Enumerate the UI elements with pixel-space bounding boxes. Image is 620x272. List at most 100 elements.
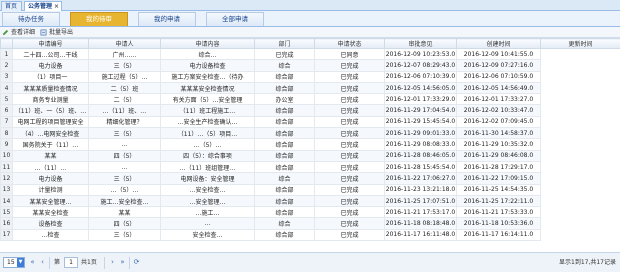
table-cell: 某某: [88, 206, 161, 219]
table-cell: 四（5）：综合事项: [160, 149, 255, 162]
table-row[interactable]: 1 二十四…公司…干线 广州…… 综合… 已完成 已同意 2016-12-09 10:23:…: [0, 47, 620, 61]
table-cell: 2016-11-18 10:53:36.0: [456, 217, 541, 230]
table-cell: 综合部: [254, 228, 315, 242]
table-row[interactable]: 10 某某 四（5） 四（5）：综合事项 综合部 已完成 2016-11-28 08:46:…: [0, 149, 620, 162]
table-cell: 施工方案安全检查…（待办: [160, 70, 255, 83]
table-row[interactable]: 6 （11）班、一（5）班、… …（11）班、… （11）班工程施工… 综合部 已完成 20…: [0, 104, 620, 117]
table-cell: 综合部: [254, 104, 315, 117]
table-cell: 2016-11-21 17:53:33.0: [456, 206, 541, 219]
tab-my-applications[interactable]: 我的申请: [138, 12, 196, 26]
row-number: 12: [0, 172, 13, 185]
table-row[interactable]: 16 设备检查 四（5）… 综合 已完成 2016-11-18 08:18:48.0 201…: [0, 217, 620, 230]
page-size-value: 15: [7, 259, 15, 266]
table-cell: 已完成: [314, 149, 385, 162]
row-number: 3: [0, 70, 13, 83]
table-row[interactable]: 14 某某安全管理… 施工…安全检查… …安全管理… 综合部 已完成 2016-11-25 …: [0, 194, 620, 208]
column-header[interactable]: 申请编号: [12, 38, 89, 49]
table-cell: 电力设备: [12, 172, 89, 185]
table-row[interactable]: 12 电力设备 三（5） 电网设备：安全管理 综合 已完成 2016-11-22 17:06…: [0, 172, 620, 185]
tab-all-applications[interactable]: 全部申请: [206, 12, 264, 26]
page-size-select[interactable]: 15 ▼: [3, 257, 25, 268]
table-cell: 已完成: [314, 217, 385, 230]
table-cell: 综合部: [254, 81, 315, 95]
table-cell: …安全管理…: [160, 194, 255, 208]
table-cell: 三（5）: [88, 59, 161, 72]
table-row[interactable]: 8 （4）…电网安全检查 三（5） （11）…（5）项目… 综合部 已完成 2016-11-…: [0, 127, 620, 140]
table-cell: （4）…电网安全检查: [12, 127, 89, 140]
column-header[interactable]: 申请人: [88, 38, 161, 49]
table-cell: 已同意: [314, 47, 385, 61]
table-cell: 综合部: [254, 183, 315, 196]
table-cell: 已完成: [314, 172, 385, 185]
column-header-rownum: [0, 38, 13, 49]
table-cell: 综合部: [254, 206, 315, 219]
table-cell: 设备检查: [12, 217, 89, 230]
table-cell: 四（5）: [88, 217, 161, 230]
table-cell: 电力设备: [12, 59, 89, 72]
table-row[interactable]: 7 电网工程的项目管理安全 精细化管理？ …安全生产检查确认… 综合部 已完成 2016-1…: [0, 115, 620, 129]
table-cell: 2016-11-25 17:07:51.0: [384, 194, 457, 208]
column-header[interactable]: 部门: [254, 38, 315, 49]
next-page-icon[interactable]: ›: [108, 258, 117, 267]
table-row[interactable]: 2 电力设备 三（5） 电力设备检查 综合 已完成 2016-12-07 08:29:43.…: [0, 59, 620, 72]
export-button[interactable]: 批量导出: [40, 28, 73, 37]
refresh-icon[interactable]: ⟳: [132, 258, 141, 267]
column-header[interactable]: 审批意见: [384, 38, 457, 49]
column-header[interactable]: 申请内容: [160, 38, 255, 49]
divider: [49, 257, 50, 269]
chevron-down-icon: ▼: [17, 258, 24, 267]
table-cell: （11）班工程施工…: [160, 104, 255, 117]
table-cell: …检查: [12, 228, 89, 242]
tab-my-pending[interactable]: 我的待审: [70, 12, 128, 26]
table-cell: 已完成: [314, 81, 385, 95]
table-cell: …施工…: [160, 206, 255, 219]
table-cell: 办公室: [254, 93, 315, 106]
table-cell: 综合部: [254, 194, 315, 208]
row-number: 15: [0, 206, 13, 219]
table-cell: 2016-11-18 08:18:48.0: [384, 217, 457, 230]
row-number: 13: [0, 183, 13, 196]
last-page-icon[interactable]: »: [118, 258, 127, 267]
row-number: 11: [0, 160, 13, 174]
tab-official-affairs-label: 公务管理: [28, 3, 53, 10]
table-cell: 某某安全管理…: [12, 194, 89, 208]
table-cell: 电力设备检查: [160, 59, 255, 72]
table-cell: 综合: [254, 217, 315, 230]
column-header[interactable]: 更新时间: [540, 38, 620, 49]
tab-todo[interactable]: 待办任务: [2, 12, 60, 26]
divider: [129, 257, 130, 269]
row-number: 10: [0, 149, 13, 162]
first-page-icon[interactable]: «: [28, 258, 37, 267]
column-header[interactable]: 申请状态: [314, 38, 385, 49]
table-cell: …（5）…: [160, 138, 255, 151]
table-cell: 2016-11-21 17:53:17.0: [384, 206, 457, 219]
tab-home[interactable]: 首页: [1, 1, 22, 11]
table-cell: 已完成: [314, 183, 385, 196]
row-number: 14: [0, 194, 13, 208]
table-row[interactable]: 3 （1）项目一 施工过程（5）… 施工方案安全检查…（待办 综合部 已完成 2016-12…: [0, 70, 620, 83]
page-input[interactable]: 1: [64, 257, 78, 268]
pager: 15 ▼ « ‹ 第 1 共1页 › » ⟳ 显示1到17,共17记录: [0, 252, 620, 272]
table-cell: 安全检查…: [160, 228, 255, 242]
table-cell: 某某某质量检查情况: [12, 81, 89, 95]
table-row[interactable]: 4 某某某质量检查情况 二（5）班 某某某安全检查情况 综合部 已完成 2016-12-05…: [0, 81, 620, 95]
row-number: 5: [0, 93, 13, 106]
table-cell: 2016-12-06 07:10:59.0: [456, 70, 541, 83]
table-row[interactable]: 11 …（11）…… …（11）班组管理… 综合部 已完成 2016-11-28 15:4…: [0, 160, 620, 174]
table-row[interactable]: 15 某某安全检查 某某 …施工… 综合部 已完成 2016-11-21 17:53:17.…: [0, 206, 620, 219]
table-cell: 精细化管理？: [88, 115, 161, 129]
table-cell: …（11）班组管理…: [160, 160, 255, 174]
view-detail-button[interactable]: 查看详细: [2, 28, 35, 37]
table-row[interactable]: 5 商务专业测量 二（5） 有关方面（5）…安全管理 办公室 已完成 2016-12-01 …: [0, 93, 620, 106]
prev-page-icon[interactable]: ‹: [38, 258, 47, 267]
tab-official-affairs[interactable]: 公务管理 ×: [24, 1, 62, 11]
column-header[interactable]: 创建时间: [456, 38, 541, 49]
table-cell: 已完成: [314, 115, 385, 129]
table-row[interactable]: 9 国务院关于（11）…… …（5）… 综合部 已完成 2016-11-29 08:08:…: [0, 138, 620, 151]
table-cell: 2016-12-05 14:56:05.0: [384, 81, 457, 95]
close-icon[interactable]: ×: [54, 2, 59, 11]
toolbar: 查看详细 批量导出: [0, 27, 620, 38]
table-row[interactable]: 13 计量检测 …（5）… …安全检查… 综合部 已完成 2016-11-23 13:21:…: [0, 183, 620, 196]
table-row[interactable]: 17 …检查 三（5） 安全检查… 综合部 已完成 2016-11-17 16:11:48.…: [0, 228, 620, 242]
table-cell: 综合部: [254, 138, 315, 151]
